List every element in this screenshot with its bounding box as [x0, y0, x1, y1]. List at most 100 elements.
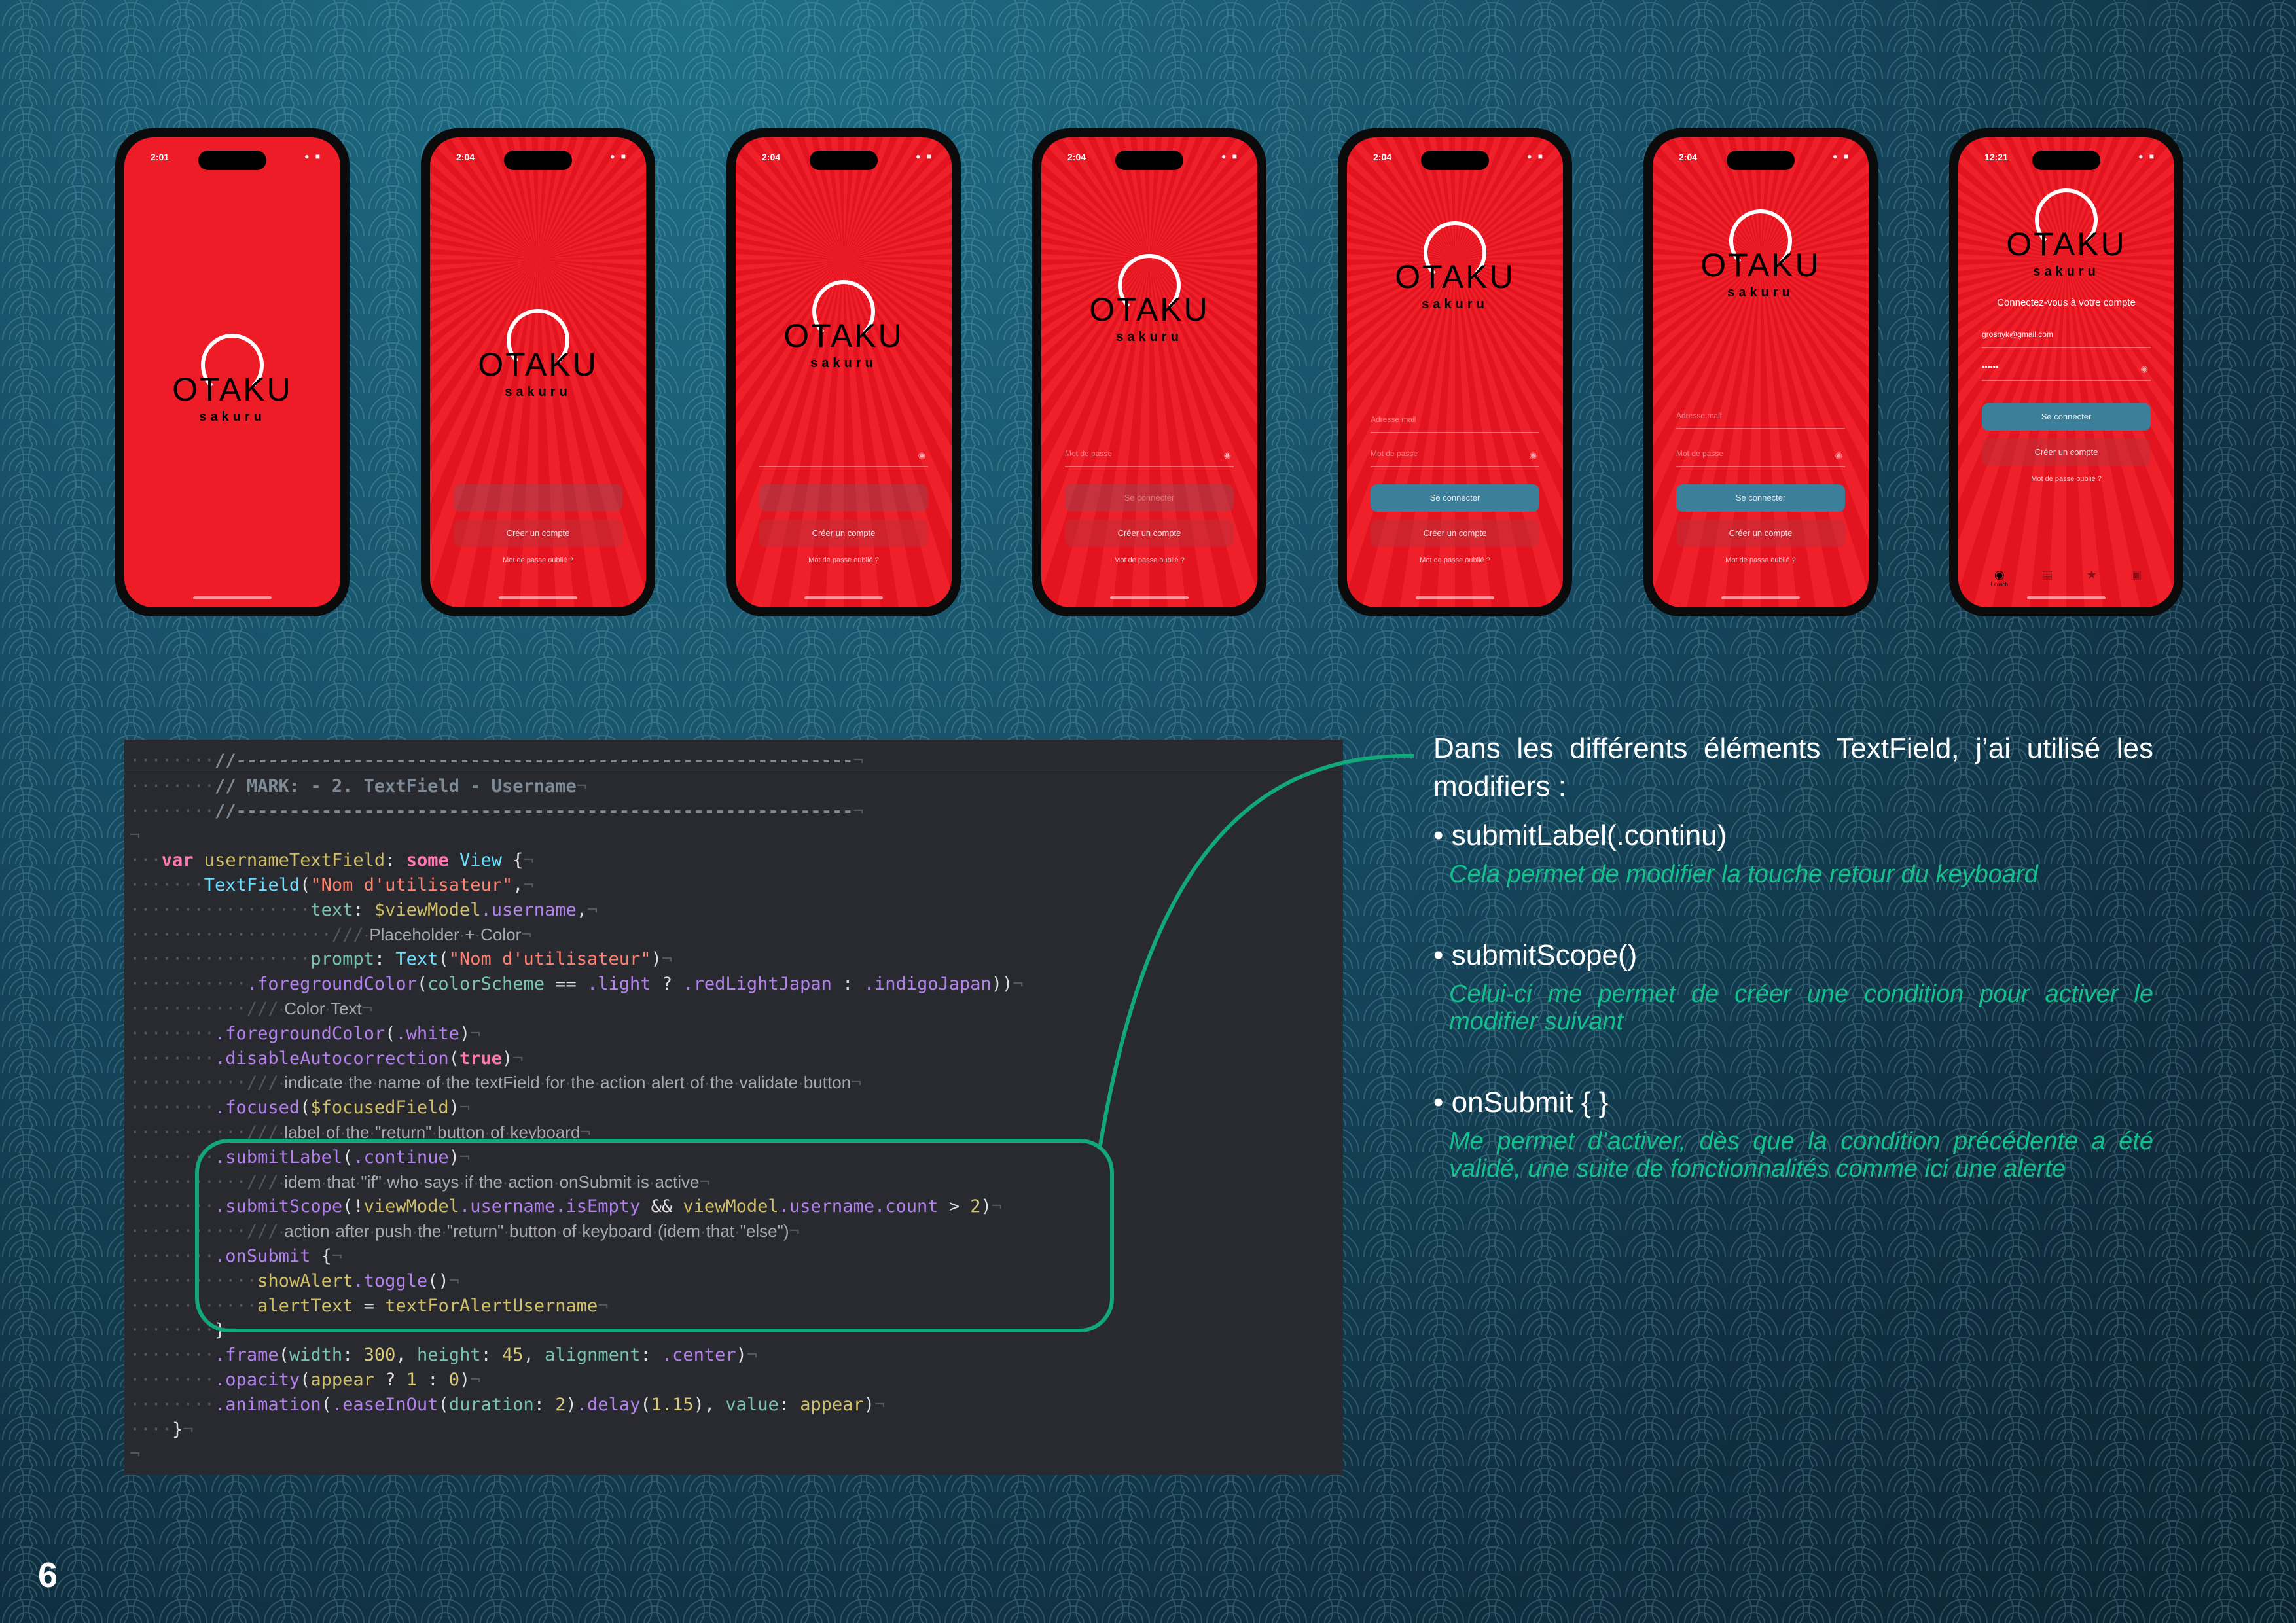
phone-screenshot-7: 12:21 ● ■ OTAKU sakuru Connectez-vous à votr… [1949, 128, 2183, 616]
email-field[interactable]: Adresse mail [1371, 415, 1539, 433]
gift-icon: ▣ [2130, 568, 2142, 581]
logo-subtitle: sakuru [1727, 285, 1794, 300]
forgot-password-link[interactable]: Mot de passe oublié ? [430, 556, 646, 564]
status-icons: ● ■ [916, 152, 933, 161]
note-desc-submitlabel: Cela permet de modifier la touche retour… [1449, 861, 2038, 888]
eye-icon[interactable]: ◉ [918, 450, 925, 461]
create-account-button[interactable]: Créer un compte [1676, 520, 1845, 547]
forgot-password-link[interactable]: Mot de passe oublié ? [1041, 556, 1257, 564]
login-button[interactable]: Se connecter [1371, 484, 1539, 512]
email-field[interactable]: grosnyk@gmail.com [1982, 330, 2151, 348]
code-line: ···········///·indicate·the·name·of·the·… [130, 1073, 862, 1094]
logo-wordmark: OTAKU [2006, 226, 2126, 262]
create-account-button[interactable]: Créer un compte [1065, 520, 1234, 547]
tab-item-3[interactable]: ★ [2087, 568, 2097, 588]
code-line: ········.animation(.easeInOut(duration: … [130, 1394, 886, 1415]
phone-screen: 2:04 ● ■ OTAKU sakuru ◉ Créer un compte Mot de… [736, 137, 952, 607]
password-placeholder: Mot de passe [1676, 449, 1724, 458]
tab-item-1[interactable]: ◉ Launch [1991, 568, 2008, 588]
password-placeholder: Mot de passe [1371, 449, 1418, 458]
dynamic-island [198, 151, 266, 170]
code-line: ·······TextField("Nom d'utilisateur",¬ [130, 874, 534, 895]
login-button[interactable] [759, 484, 928, 512]
password-field[interactable]: ◉ [759, 449, 928, 467]
status-time: 2:04 [1373, 152, 1392, 162]
forgot-password-link[interactable]: Mot de passe oublié ? [736, 556, 952, 564]
dynamic-island [504, 151, 572, 170]
forgot-password-link[interactable]: Mot de passe oublié ? [1653, 556, 1869, 564]
home-indicator [2027, 596, 2106, 599]
phone-screenshot-2: 2:04 ● ■ OTAKU sakuru Créer un compte Mot de … [421, 128, 655, 616]
phone-screen: 2:04 ● ■ OTAKU sakuru Adresse mail Mot de pas… [1653, 137, 1869, 607]
note-title-submitlabel: • submitLabel(.continu) [1433, 819, 1727, 851]
tab-item-4[interactable]: ▣ [2130, 568, 2142, 588]
code-line: ········.focused($focusedField)¬ [130, 1097, 471, 1118]
dynamic-island [2032, 151, 2100, 170]
logo-subtitle: sakuru [199, 410, 266, 424]
create-account-button[interactable]: Créer un compte [759, 520, 928, 547]
login-button[interactable] [454, 484, 622, 512]
login-button[interactable]: Se connecter [1676, 484, 1845, 512]
logo-wordmark: OTAKU [783, 317, 904, 354]
logo-subtitle: sakuru [1422, 297, 1488, 312]
status-time: 12:21 [1984, 152, 2008, 162]
login-button[interactable]: Se connecter [1065, 484, 1234, 512]
code-line: ·················text: $viewModel.userna… [130, 899, 598, 920]
home-indicator [499, 596, 577, 599]
phone-screen: 2:01 ● ■ OTAKU sakuru [124, 137, 340, 607]
phone-screen: 2:04 ● ■ OTAKU sakuru Créer un compte Mot de … [430, 137, 646, 607]
home-indicator [1416, 596, 1494, 599]
create-account-button[interactable]: Créer un compte [1982, 438, 2151, 466]
code-highlight-box [195, 1139, 1114, 1332]
code-editor-panel: ········//------------------------------… [124, 740, 1343, 1475]
page-number: 6 [38, 1556, 58, 1595]
status-time: 2:04 [1067, 152, 1086, 162]
tab-item-2[interactable]: ▤ [2041, 568, 2053, 588]
create-account-button[interactable]: Créer un compte [454, 520, 622, 547]
status-time: 2:01 [151, 152, 170, 162]
phone-screen: 2:04 ● ■ OTAKU sakuru Adresse mail Mot de pas… [1347, 137, 1563, 607]
notes-intro: Dans les différents éléments TextField, … [1433, 732, 2153, 802]
eye-icon[interactable]: ◉ [1530, 450, 1537, 461]
logo-subtitle: sakuru [1116, 330, 1183, 344]
phone-screenshot-4: 2:04 ● ■ OTAKU sakuru Mot de passe ◉ Se connec… [1032, 128, 1266, 616]
login-headline: Connectez-vous à votre compte [1997, 297, 2136, 308]
forgot-password-link[interactable]: Mot de passe oublié ? [1347, 556, 1563, 564]
logo-subtitle: sakuru [810, 356, 877, 370]
eye-icon[interactable]: ◉ [1835, 450, 1842, 461]
password-field[interactable]: Mot de passe ◉ [1676, 449, 1845, 467]
password-field[interactable]: •••••• ◉ [1982, 363, 2151, 381]
eye-icon[interactable]: ◉ [1224, 450, 1231, 461]
code-line: ········//------------------------------… [124, 749, 1343, 774]
code-line: ········.opacity(appear ? 1 : 0)¬ [130, 1369, 481, 1390]
home-indicator [1110, 596, 1189, 599]
password-placeholder: Mot de passe [1065, 449, 1113, 458]
code-line: ···········.foregroundColor(colorScheme … [130, 974, 1024, 995]
login-button[interactable]: Se connecter [1982, 403, 2151, 431]
dynamic-island [1421, 151, 1489, 170]
email-field[interactable]: Adresse mail [1676, 411, 1845, 429]
logo-wordmark: OTAKU [1395, 259, 1515, 295]
status-icons: ● ■ [2138, 152, 2156, 161]
password-value: •••••• [1982, 363, 1999, 372]
password-field[interactable]: Mot de passe ◉ [1371, 449, 1539, 467]
password-field[interactable]: Mot de passe ◉ [1065, 449, 1234, 467]
code-line: ········// MARK: - 2. TextField - Userna… [130, 776, 587, 796]
forgot-password-link[interactable]: Mot de passe oublié ? [1958, 475, 2174, 483]
eye-icon[interactable]: ◉ [2141, 364, 2148, 374]
code-line: ···················///·Placeholder·+·Col… [130, 924, 532, 945]
home-indicator [1721, 596, 1800, 599]
code-line: ···var usernameTextField: some View {¬ [130, 850, 534, 871]
note-title-onsubmit: • onSubmit { } [1433, 1086, 1609, 1118]
dynamic-island [810, 151, 878, 170]
create-account-button[interactable]: Créer un compte [1371, 520, 1539, 547]
phone-screen: 12:21 ● ■ OTAKU sakuru Connectez-vous à votr… [1958, 137, 2174, 607]
logo-subtitle: sakuru [505, 385, 571, 399]
note-desc-submitscope: Celui-ci me permet de créer une conditio… [1449, 980, 2153, 1035]
book-icon: ▤ [2041, 568, 2053, 581]
code-line: ········.foregroundColor(.white)¬ [130, 1023, 481, 1044]
logo-wordmark: OTAKU [172, 371, 293, 408]
home-indicator [193, 596, 272, 599]
code-line: ·················prompt: Text("Nom d'uti… [130, 949, 673, 970]
status-icons: ● ■ [1833, 152, 1850, 161]
